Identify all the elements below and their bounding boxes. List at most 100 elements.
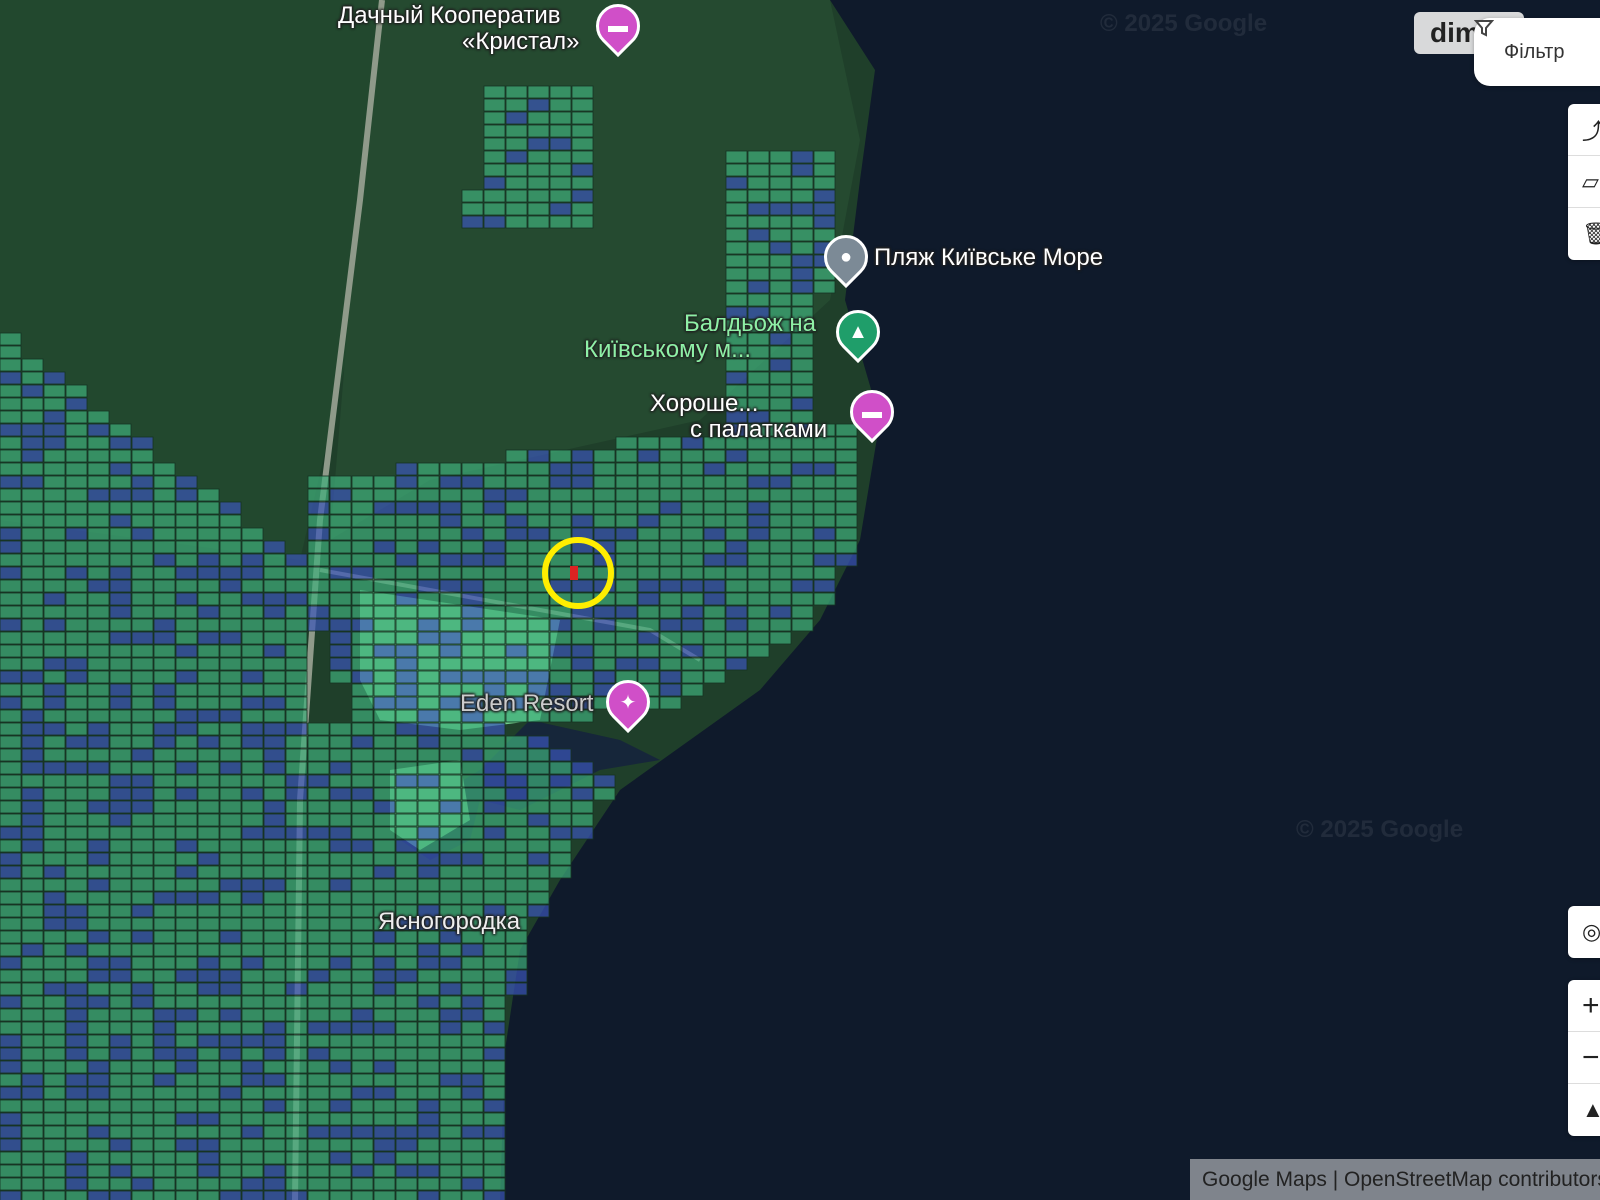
parcel[interactable] <box>659 514 682 528</box>
parcel[interactable] <box>153 904 176 918</box>
parcel[interactable] <box>175 683 198 697</box>
parcel[interactable] <box>461 1112 484 1126</box>
parcel[interactable] <box>21 1151 44 1165</box>
parcel[interactable] <box>109 579 132 593</box>
parcel[interactable] <box>131 1190 154 1200</box>
parcel[interactable] <box>153 592 176 606</box>
parcel[interactable] <box>263 657 286 671</box>
parcel[interactable] <box>109 553 132 567</box>
parcel[interactable] <box>725 267 748 281</box>
parcel[interactable] <box>593 475 616 489</box>
parcel[interactable] <box>175 904 198 918</box>
parcel[interactable] <box>241 1112 264 1126</box>
parcel[interactable] <box>307 800 330 814</box>
parcel[interactable] <box>43 1190 66 1200</box>
zoom-in-button[interactable]: + <box>1568 980 1600 1032</box>
parcel[interactable] <box>175 514 198 528</box>
parcel[interactable] <box>813 189 836 203</box>
parcel[interactable] <box>351 579 374 593</box>
parcel[interactable] <box>571 670 594 684</box>
parcel[interactable] <box>351 709 374 723</box>
parcel[interactable] <box>43 1125 66 1139</box>
parcel[interactable] <box>43 878 66 892</box>
parcel[interactable] <box>329 852 352 866</box>
parcel[interactable] <box>681 618 704 632</box>
parcel[interactable] <box>373 618 396 632</box>
parcel[interactable] <box>439 1086 462 1100</box>
parcel[interactable] <box>131 579 154 593</box>
parcel[interactable] <box>747 475 770 489</box>
parcel[interactable] <box>373 1099 396 1113</box>
parcel[interactable] <box>21 995 44 1009</box>
parcel[interactable] <box>461 618 484 632</box>
parcel[interactable] <box>505 540 528 554</box>
parcel[interactable] <box>769 514 792 528</box>
parcel[interactable] <box>197 904 220 918</box>
parcel[interactable] <box>65 943 88 957</box>
parcel[interactable] <box>0 670 22 684</box>
parcel[interactable] <box>0 787 22 801</box>
parcel[interactable] <box>637 579 660 593</box>
parcel[interactable] <box>549 501 572 515</box>
parcel[interactable] <box>439 1021 462 1035</box>
parcel[interactable] <box>637 462 660 476</box>
parcel[interactable] <box>307 605 330 619</box>
parcel[interactable] <box>109 787 132 801</box>
parcel[interactable] <box>527 787 550 801</box>
parcel[interactable] <box>505 111 528 125</box>
parcel[interactable] <box>87 540 110 554</box>
parcel[interactable] <box>197 969 220 983</box>
parcel[interactable] <box>417 1008 440 1022</box>
parcel[interactable] <box>461 1138 484 1152</box>
parcel[interactable] <box>43 1034 66 1048</box>
parcel[interactable] <box>219 995 242 1009</box>
parcel[interactable] <box>703 475 726 489</box>
parcel[interactable] <box>571 774 594 788</box>
parcel[interactable] <box>263 969 286 983</box>
parcel[interactable] <box>43 969 66 983</box>
parcel[interactable] <box>285 709 308 723</box>
parcel[interactable] <box>131 618 154 632</box>
parcel[interactable] <box>285 774 308 788</box>
parcel[interactable] <box>395 761 418 775</box>
parcel[interactable] <box>373 540 396 554</box>
parcel[interactable] <box>461 878 484 892</box>
parcel[interactable] <box>747 579 770 593</box>
parcel[interactable] <box>307 917 330 931</box>
parcel[interactable] <box>725 566 748 580</box>
parcel[interactable] <box>461 1060 484 1074</box>
parcel[interactable] <box>263 774 286 788</box>
parcel[interactable] <box>153 1164 176 1178</box>
parcel[interactable] <box>263 1099 286 1113</box>
parcel[interactable] <box>263 1034 286 1048</box>
parcel[interactable] <box>21 930 44 944</box>
parcel[interactable] <box>285 566 308 580</box>
parcel[interactable] <box>263 579 286 593</box>
parcel[interactable] <box>153 644 176 658</box>
parcel[interactable] <box>461 1125 484 1139</box>
parcel[interactable] <box>175 1099 198 1113</box>
parcel[interactable] <box>65 982 88 996</box>
parcel[interactable] <box>725 163 748 177</box>
parcel[interactable] <box>747 358 770 372</box>
parcel[interactable] <box>791 176 814 190</box>
parcel[interactable] <box>703 631 726 645</box>
parcel[interactable] <box>527 85 550 99</box>
parcel[interactable] <box>439 735 462 749</box>
parcel[interactable] <box>329 930 352 944</box>
parcel[interactable] <box>527 735 550 749</box>
parcel[interactable] <box>197 527 220 541</box>
parcel[interactable] <box>351 891 374 905</box>
parcel[interactable] <box>329 1008 352 1022</box>
parcel[interactable] <box>505 592 528 606</box>
parcel[interactable] <box>109 1073 132 1087</box>
parcel[interactable] <box>813 592 836 606</box>
parcel[interactable] <box>175 1086 198 1100</box>
parcel[interactable] <box>637 618 660 632</box>
parcel[interactable] <box>21 1008 44 1022</box>
parcel[interactable] <box>505 475 528 489</box>
parcel[interactable] <box>307 930 330 944</box>
parcel[interactable] <box>395 995 418 1009</box>
parcel[interactable] <box>21 839 44 853</box>
parcel[interactable] <box>241 917 264 931</box>
